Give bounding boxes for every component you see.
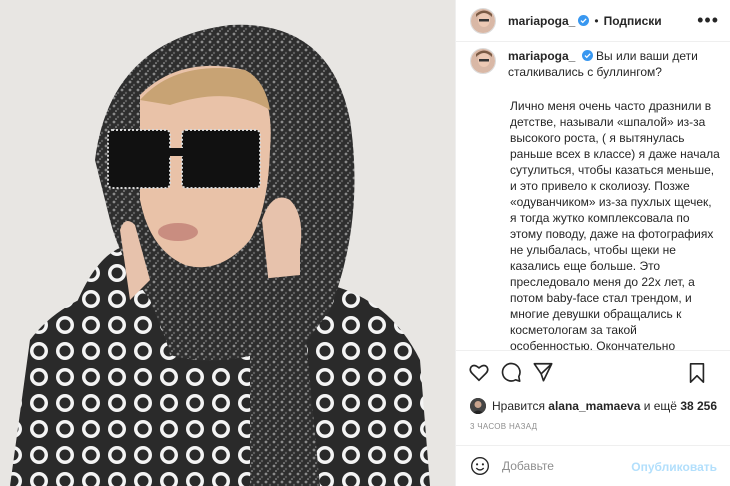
likes-summary: Нравится alana_mamaeva и ещё 38 256 bbox=[470, 396, 717, 416]
likes-count[interactable]: 38 256 bbox=[680, 399, 717, 413]
avatar-image bbox=[471, 8, 495, 33]
verified-badge-icon bbox=[578, 15, 590, 26]
avatar-image bbox=[471, 49, 495, 73]
caption-username[interactable]: mariapoga_ bbox=[508, 49, 575, 63]
following-button[interactable]: Подписки bbox=[604, 14, 662, 28]
post-photo-illustration bbox=[0, 0, 455, 486]
post-details-panel: mariapoga_ • Подписки ••• mariapoga_ Вы … bbox=[455, 0, 730, 486]
comment-composer: Опубликовать bbox=[456, 445, 730, 486]
liker-username[interactable]: alana_mamaeva bbox=[548, 399, 640, 413]
liker-avatar[interactable] bbox=[470, 398, 486, 414]
caption-headline-block: mariapoga_ Вы или ваши дети сталкивались… bbox=[508, 48, 717, 80]
caption-author-avatar[interactable] bbox=[470, 48, 496, 74]
comment-input[interactable] bbox=[502, 459, 632, 473]
comment-bubble-icon[interactable] bbox=[500, 361, 522, 383]
post-photo[interactable] bbox=[0, 0, 455, 486]
post-timestamp[interactable]: 3 часов назад bbox=[470, 422, 537, 431]
bookmark-icon[interactable] bbox=[687, 362, 709, 384]
author-avatar[interactable] bbox=[470, 7, 496, 34]
author-username[interactable]: mariapoga_ bbox=[508, 14, 575, 28]
post-actions-bar bbox=[456, 350, 730, 392]
smiley-icon[interactable] bbox=[470, 456, 490, 476]
caption-body: Лично меня очень часто дразнили в детств… bbox=[510, 99, 720, 350]
publish-button[interactable]: Опубликовать bbox=[631, 460, 717, 474]
likes-conj: и ещё bbox=[643, 399, 677, 413]
likes-prefix: Нравится bbox=[492, 399, 545, 413]
caption-header: mariapoga_ Вы или ваши дети сталкивались… bbox=[470, 48, 717, 80]
post-header: mariapoga_ • Подписки ••• bbox=[456, 0, 730, 42]
caption-scroll-area[interactable]: mariapoga_ Вы или ваши дети сталкивались… bbox=[456, 42, 730, 350]
verified-badge-icon bbox=[581, 50, 593, 61]
ellipsis-icon[interactable]: ••• bbox=[697, 10, 719, 31]
paper-plane-icon[interactable] bbox=[532, 361, 554, 383]
separator-dot: • bbox=[594, 13, 599, 28]
heart-icon[interactable] bbox=[468, 361, 490, 383]
